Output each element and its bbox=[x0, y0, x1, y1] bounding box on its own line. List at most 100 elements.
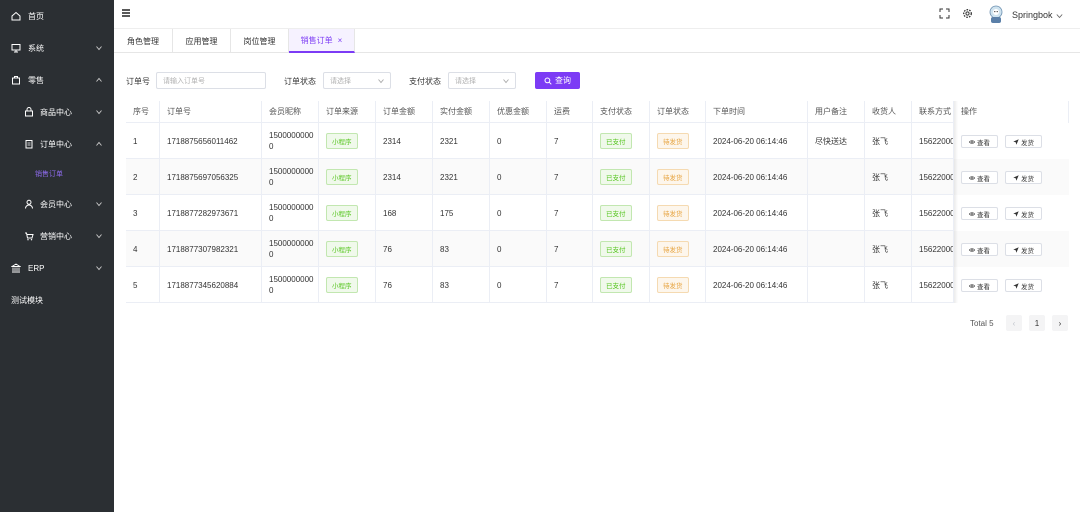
fullscreen-icon[interactable] bbox=[939, 8, 950, 19]
order-no-input[interactable]: 请输入订单号 bbox=[156, 72, 266, 89]
tab-app-management[interactable]: 应用管理 bbox=[173, 29, 231, 53]
close-icon[interactable]: × bbox=[338, 36, 343, 45]
column-header[interactable]: 支付状态 bbox=[593, 101, 650, 123]
column-header: 操作 bbox=[954, 101, 1069, 123]
cell-order-no: 1718875697056325 bbox=[160, 159, 262, 195]
cell-actions: 查看 发货 bbox=[954, 123, 1069, 159]
gear-icon[interactable] bbox=[962, 8, 973, 19]
cell-no: 5 bbox=[126, 267, 160, 303]
column-header[interactable]: 订单来源 bbox=[319, 101, 376, 123]
avatar[interactable] bbox=[988, 4, 1004, 24]
sidebar-item-sales-order[interactable]: 销售订单 bbox=[0, 158, 114, 190]
cell-remark bbox=[808, 159, 865, 195]
sidebar-item-order-center[interactable]: 订单中心 bbox=[0, 128, 114, 160]
view-button[interactable]: 查看 bbox=[961, 171, 998, 184]
chevron-down-icon[interactable] bbox=[1056, 11, 1063, 19]
cell-pay-status: 已支付 bbox=[593, 123, 650, 159]
sidebar-item-marketing-center[interactable]: 营销中心 bbox=[0, 220, 114, 252]
query-button-label: 查询 bbox=[555, 76, 571, 85]
order-status-select[interactable]: 请选择 bbox=[323, 72, 391, 89]
pagination-total: Total 5 bbox=[970, 319, 994, 328]
view-button[interactable]: 查看 bbox=[961, 279, 998, 292]
cell-receiver: 张飞 bbox=[865, 159, 912, 195]
column-header[interactable]: 订单金额 bbox=[376, 101, 433, 123]
eye-icon bbox=[969, 139, 975, 145]
prev-page-button[interactable]: ‹ bbox=[1006, 315, 1022, 331]
column-header[interactable]: 运费 bbox=[547, 101, 593, 123]
cell-paid: 2321 bbox=[433, 159, 490, 195]
cell-source: 小程序 bbox=[319, 231, 376, 267]
column-header[interactable]: 订单状态 bbox=[650, 101, 706, 123]
column-header[interactable]: 收货人 bbox=[865, 101, 912, 123]
view-button[interactable]: 查看 bbox=[961, 207, 998, 220]
pay-status-tag: 已支付 bbox=[600, 241, 632, 257]
column-header[interactable]: 用户备注 bbox=[808, 101, 865, 123]
query-button[interactable]: 查询 bbox=[535, 72, 580, 89]
cell-discount: 0 bbox=[490, 123, 547, 159]
pay-status-select[interactable]: 请选择 bbox=[448, 72, 516, 89]
ship-label: 发货 bbox=[1021, 139, 1034, 147]
ship-label: 发货 bbox=[1021, 283, 1034, 291]
page-number-button[interactable]: 1 bbox=[1029, 315, 1045, 331]
view-button[interactable]: 查看 bbox=[961, 243, 998, 256]
column-header[interactable]: 会员昵称 bbox=[262, 101, 319, 123]
sidebar-item-erp[interactable]: ERP bbox=[0, 252, 114, 284]
column-header[interactable]: 订单号 bbox=[160, 101, 262, 123]
cell-amount: 76 bbox=[376, 267, 433, 303]
sidebar-item-label: 营销中心 bbox=[40, 231, 72, 241]
order-status-tag: 待发货 bbox=[657, 205, 689, 221]
source-tag: 小程序 bbox=[326, 277, 358, 293]
sidebar-item-system[interactable]: 系统 bbox=[0, 32, 114, 64]
cell-actions: 查看 发货 bbox=[954, 267, 1069, 303]
pay-status-tag: 已支付 bbox=[600, 205, 632, 221]
tab-sales-order[interactable]: 销售订单 × bbox=[289, 29, 355, 53]
ship-button[interactable]: 发货 bbox=[1005, 171, 1042, 184]
sidebar-item-label: 首页 bbox=[28, 11, 44, 21]
tab-role-management[interactable]: 角色管理 bbox=[114, 29, 173, 53]
cell-pay-status: 已支付 bbox=[593, 231, 650, 267]
user-icon bbox=[24, 199, 34, 209]
ship-label: 发货 bbox=[1021, 175, 1034, 183]
column-header[interactable]: 优惠金额 bbox=[490, 101, 547, 123]
cell-time: 2024-06-20 06:14:46 bbox=[706, 123, 808, 159]
table-row: 3 1718877282973671 15000000000 小程序 168 1… bbox=[126, 195, 1069, 231]
ship-button[interactable]: 发货 bbox=[1005, 135, 1042, 148]
cell-paid: 175 bbox=[433, 195, 490, 231]
ship-label: 发货 bbox=[1021, 211, 1034, 219]
chevron-down-icon bbox=[503, 78, 509, 84]
order-status-tag: 待发货 bbox=[657, 277, 689, 293]
sidebar-item-member-center[interactable]: 会员中心 bbox=[0, 188, 114, 220]
column-header[interactable]: 序号 bbox=[126, 101, 160, 123]
sidebar-item-product-center[interactable]: 商品中心 bbox=[0, 96, 114, 128]
sidebar-item-home[interactable]: 首页 bbox=[0, 0, 114, 32]
ship-button[interactable]: 发货 bbox=[1005, 207, 1042, 220]
pay-status-label: 支付状态 bbox=[409, 77, 441, 86]
sidebar-item-label: ERP bbox=[28, 263, 45, 273]
column-header[interactable]: 实付金额 bbox=[433, 101, 490, 123]
view-button[interactable]: 查看 bbox=[961, 135, 998, 148]
column-header[interactable]: 联系方式 bbox=[912, 101, 954, 123]
source-tag: 小程序 bbox=[326, 241, 358, 257]
table-row: 1 1718875656011462 15000000000 小程序 2314 … bbox=[126, 123, 1069, 159]
username[interactable]: Springbok bbox=[1012, 10, 1053, 20]
tab-post-management[interactable]: 岗位管理 bbox=[231, 29, 289, 53]
source-tag: 小程序 bbox=[326, 205, 358, 221]
column-header[interactable]: 下单时间 bbox=[706, 101, 808, 123]
sidebar-item-retail[interactable]: 零售 bbox=[0, 64, 114, 96]
order-no-placeholder: 请输入订单号 bbox=[163, 77, 205, 85]
menu-icon[interactable] bbox=[121, 8, 131, 18]
cell-order-status: 待发货 bbox=[650, 123, 706, 159]
send-icon bbox=[1013, 246, 1019, 253]
ship-button[interactable]: 发货 bbox=[1005, 243, 1042, 256]
next-page-button[interactable]: › bbox=[1052, 315, 1068, 331]
view-label: 查看 bbox=[977, 247, 990, 255]
ship-button[interactable]: 发货 bbox=[1005, 279, 1042, 292]
chevron-up-icon bbox=[96, 141, 102, 147]
cell-no: 3 bbox=[126, 195, 160, 231]
sidebar-item-test-module[interactable]: 测试模块 bbox=[0, 284, 114, 316]
cell-amount: 168 bbox=[376, 195, 433, 231]
cell-no: 4 bbox=[126, 231, 160, 267]
cell-freight: 7 bbox=[547, 123, 593, 159]
order-status-label: 订单状态 bbox=[284, 77, 316, 86]
cell-amount: 2314 bbox=[376, 159, 433, 195]
